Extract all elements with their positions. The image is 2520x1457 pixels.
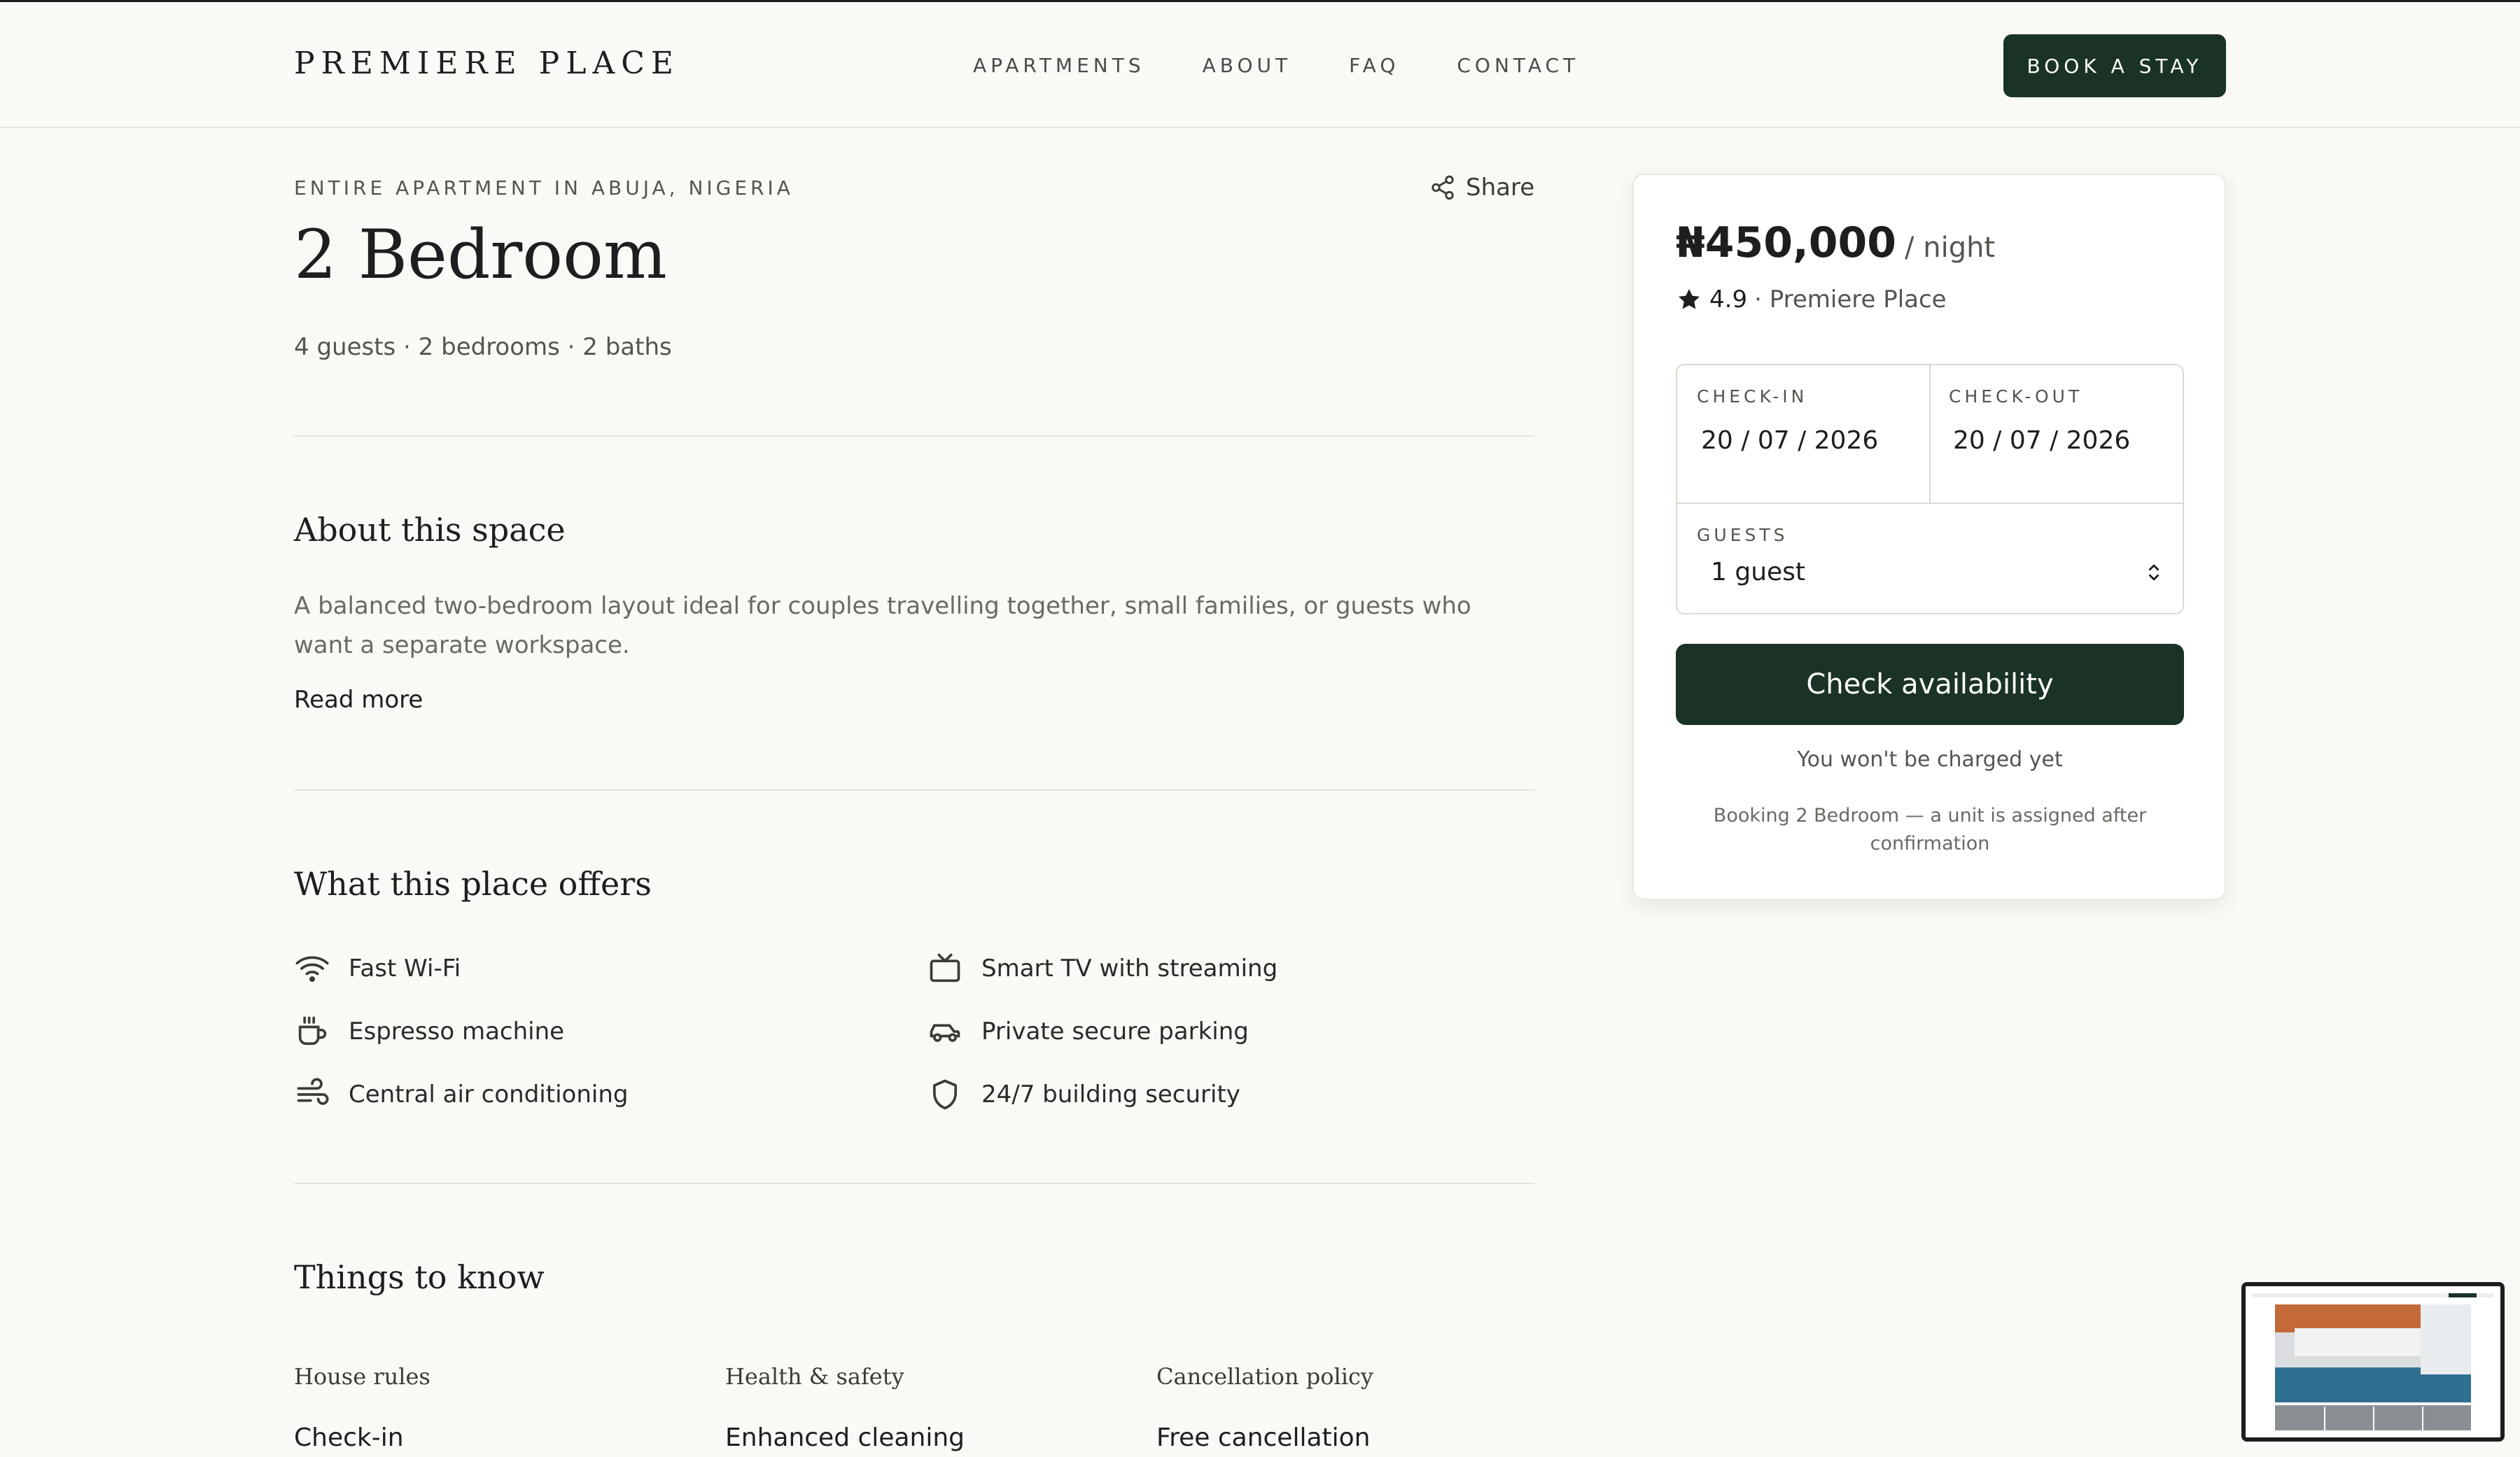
amenity-parking: Private secure parking xyxy=(927,1013,1249,1050)
share-button[interactable]: Share xyxy=(1429,174,1534,202)
nav-faq[interactable]: FAQ xyxy=(1349,54,1399,77)
book-a-stay-button[interactable]: BOOK A STAY xyxy=(2003,34,2226,97)
booking-card: ₦450,000 / night 4.9 · Premiere Place CH… xyxy=(1632,174,2226,900)
coffee-icon xyxy=(298,1016,327,1046)
guests-label: GUESTS xyxy=(1697,525,1788,545)
price: ₦450,000 / night xyxy=(1676,218,1995,267)
check-out-value[interactable]: 20 / 07 / 2026 xyxy=(1953,426,2130,455)
about-title: About this space xyxy=(294,511,566,549)
amenity-label: 24/7 building security xyxy=(981,1081,1240,1108)
site-header: PREMIERE PLACE APARTMENTS ABOUT FAQ CONT… xyxy=(0,0,2520,128)
amenity-security: 24/7 building security xyxy=(927,1076,1240,1113)
booking-form: CHECK-IN 20 / 07 / 2026 CHECK-OUT 20 / 0… xyxy=(1676,364,2184,614)
share-label: Share xyxy=(1466,174,1535,202)
things-to-know-title: Things to know xyxy=(294,1258,545,1296)
divider xyxy=(294,789,1534,791)
booking-assignment-note: Booking 2 Bedroom — a unit is assigned a… xyxy=(1713,805,2147,854)
price-unit: / night xyxy=(1905,232,1996,264)
amenity-tv: Smart TV with streaming xyxy=(927,950,1278,987)
field-divider xyxy=(1929,365,1931,504)
read-more-link[interactable]: Read more xyxy=(294,686,423,714)
nav-about[interactable]: ABOUT xyxy=(1203,54,1292,77)
site-logo[interactable]: PREMIERE PLACE xyxy=(294,45,680,81)
price-amount: ₦450,000 xyxy=(1676,218,1897,267)
listing-title: 2 Bedroom xyxy=(294,216,667,294)
health-safety-title: Health & safety xyxy=(725,1363,904,1390)
offers-title: What this place offers xyxy=(294,865,652,903)
shield-icon xyxy=(932,1079,958,1110)
no-charge-note: You won't be charged yet xyxy=(1797,747,2063,772)
share-icon xyxy=(1432,175,1454,200)
amenity-label: Central air conditioning xyxy=(349,1081,629,1108)
amenity-wifi: Fast Wi-Fi xyxy=(294,950,461,987)
tv-icon xyxy=(930,953,960,983)
nav-contact[interactable]: CONTACT xyxy=(1457,54,1579,77)
amenity-label: Fast Wi-Fi xyxy=(349,955,461,983)
main-nav: APARTMENTS ABOUT FAQ CONTACT xyxy=(973,54,1579,77)
check-in-label: CHECK-IN xyxy=(1697,386,1808,407)
about-text: A balanced two-bedroom layout ideal for … xyxy=(294,592,1471,659)
check-in-field[interactable]: CHECK-IN 20 / 07 / 2026 xyxy=(1697,386,1878,455)
check-in-value[interactable]: 20 / 07 / 2026 xyxy=(1701,426,1878,455)
nav-apartments[interactable]: APARTMENTS xyxy=(973,54,1145,77)
preview-image xyxy=(2246,1286,2500,1437)
guests-select[interactable]: GUESTS 1 guest xyxy=(1697,525,2166,586)
chevron-up-down-icon xyxy=(2148,564,2160,580)
rating-value: 4.9 xyxy=(1709,286,1748,314)
divider xyxy=(294,435,1534,437)
check-out-field[interactable]: CHECK-OUT 20 / 07 / 2026 xyxy=(1949,386,2130,455)
cancellation-policy-title: Cancellation policy xyxy=(1156,1363,1373,1390)
guests-value: 1 guest xyxy=(1711,558,1806,586)
health-safety-item: Enhanced cleaning xyxy=(725,1423,965,1452)
rating: 4.9 · Premiere Place xyxy=(1676,286,1947,314)
amenity-label: Espresso machine xyxy=(349,1018,565,1046)
amenity-label: Private secure parking xyxy=(981,1018,1249,1046)
house-rules-item: Check-in xyxy=(294,1423,404,1452)
check-availability-button[interactable]: Check availability xyxy=(1676,644,2184,725)
amenity-coffee: Espresso machine xyxy=(294,1013,564,1050)
car-icon xyxy=(930,1024,960,1042)
amenity-label: Smart TV with streaming xyxy=(981,955,1278,983)
field-divider xyxy=(1677,502,2183,504)
cancellation-policy-item: Free cancellation xyxy=(1156,1423,1371,1452)
listing-facts: 4 guests · 2 bedrooms · 2 baths xyxy=(294,333,672,361)
rating-suffix: · Premiere Place xyxy=(1754,286,1947,314)
wind-icon xyxy=(297,1078,329,1105)
divider xyxy=(294,1183,1534,1184)
page-preview-thumbnail[interactable] xyxy=(2241,1282,2505,1442)
house-rules-title: House rules xyxy=(294,1363,430,1390)
star-icon xyxy=(1678,288,1700,309)
check-out-label: CHECK-OUT xyxy=(1949,386,2083,407)
wifi-icon xyxy=(295,956,329,983)
amenity-air-conditioning: Central air conditioning xyxy=(294,1076,628,1113)
listing-kicker: ENTIRE APARTMENT IN ABUJA, NIGERIA xyxy=(294,176,794,199)
